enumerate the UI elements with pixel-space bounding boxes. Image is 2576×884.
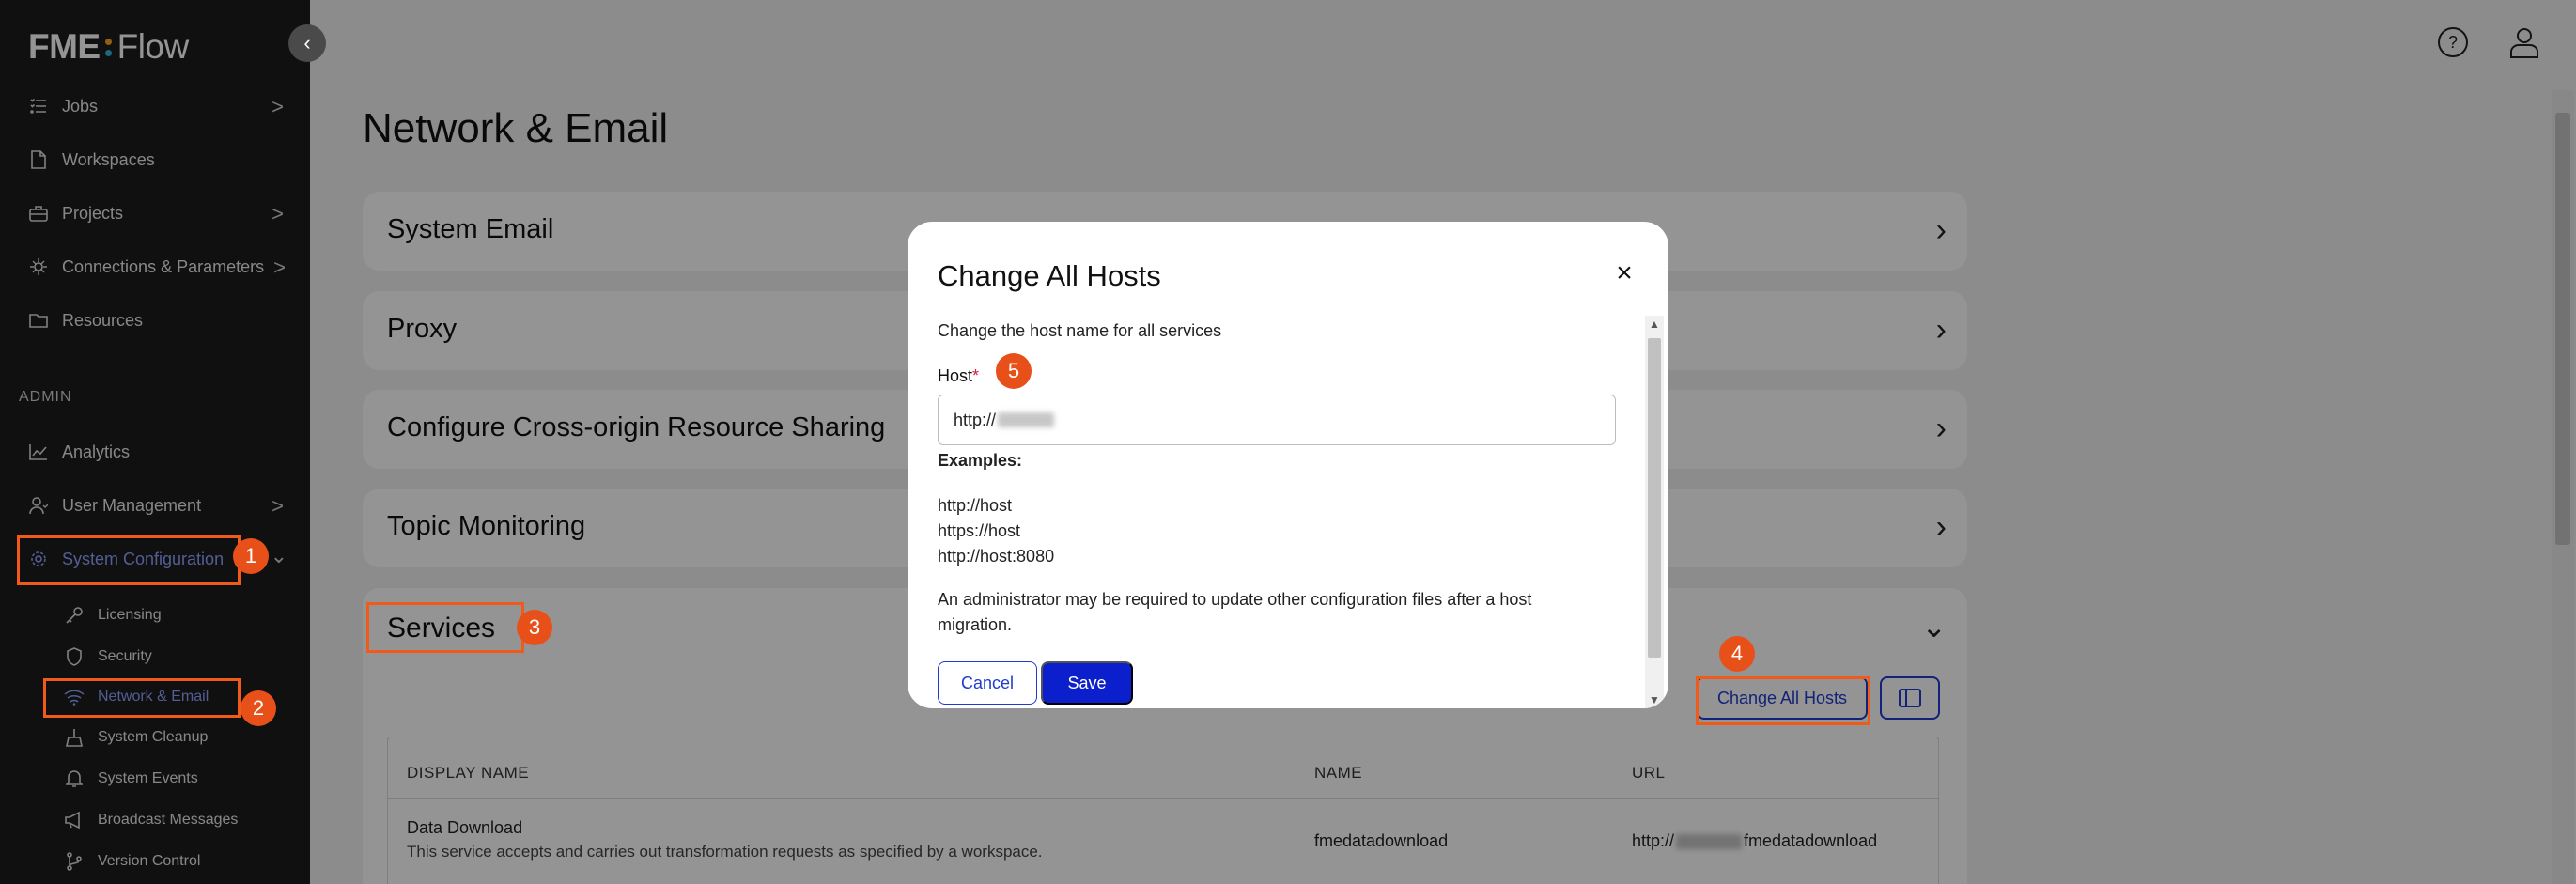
- change-all-hosts-dialog: Change All Hosts × Change the host name …: [908, 222, 1668, 708]
- dialog-scrollbar-thumb[interactable]: [1648, 338, 1661, 658]
- cancel-button[interactable]: Cancel: [938, 661, 1037, 705]
- dialog-body: Change the host name for all services Ho…: [908, 316, 1640, 708]
- redacted-host: [998, 412, 1055, 427]
- host-input[interactable]: http://: [938, 395, 1616, 445]
- dialog-description: Change the host name for all services: [938, 321, 1222, 340]
- collapse-sidebar-button[interactable]: ‹: [288, 24, 326, 62]
- admin-note-line-1: An administrator may be required to upda…: [938, 590, 1532, 609]
- highlight-box-1: [17, 535, 241, 585]
- admin-note-line-2: migration.: [938, 615, 1013, 634]
- examples-label: Examples:: [938, 451, 1023, 470]
- highlight-box-3: [366, 602, 524, 653]
- host-field-label: Host*: [938, 366, 979, 386]
- scroll-down-arrow-icon[interactable]: ▼: [1649, 693, 1660, 706]
- step-marker-1: 1: [233, 538, 269, 574]
- step-marker-5: 5: [996, 353, 1032, 389]
- example-3: http://host:8080: [938, 547, 1055, 566]
- scroll-up-arrow-icon[interactable]: ▲: [1649, 318, 1660, 331]
- highlight-box-2: [43, 678, 241, 718]
- dialog-scrollbar[interactable]: ▲ ▼: [1645, 316, 1664, 708]
- dialog-title: Change All Hosts: [938, 259, 1161, 292]
- step-marker-3: 3: [517, 610, 552, 645]
- step-marker-2: 2: [241, 690, 276, 726]
- close-icon[interactable]: ×: [1608, 257, 1640, 289]
- required-mark: *: [972, 366, 980, 385]
- example-1: http://host: [938, 496, 1013, 515]
- host-label-text: Host: [938, 366, 973, 385]
- chevron-left-icon: ‹: [303, 31, 311, 54]
- save-button[interactable]: Save: [1041, 661, 1133, 705]
- highlight-box-4: [1696, 676, 1870, 725]
- step-marker-4: 4: [1719, 636, 1755, 672]
- host-input-value: http://: [954, 410, 997, 429]
- example-2: https://host: [938, 521, 1021, 540]
